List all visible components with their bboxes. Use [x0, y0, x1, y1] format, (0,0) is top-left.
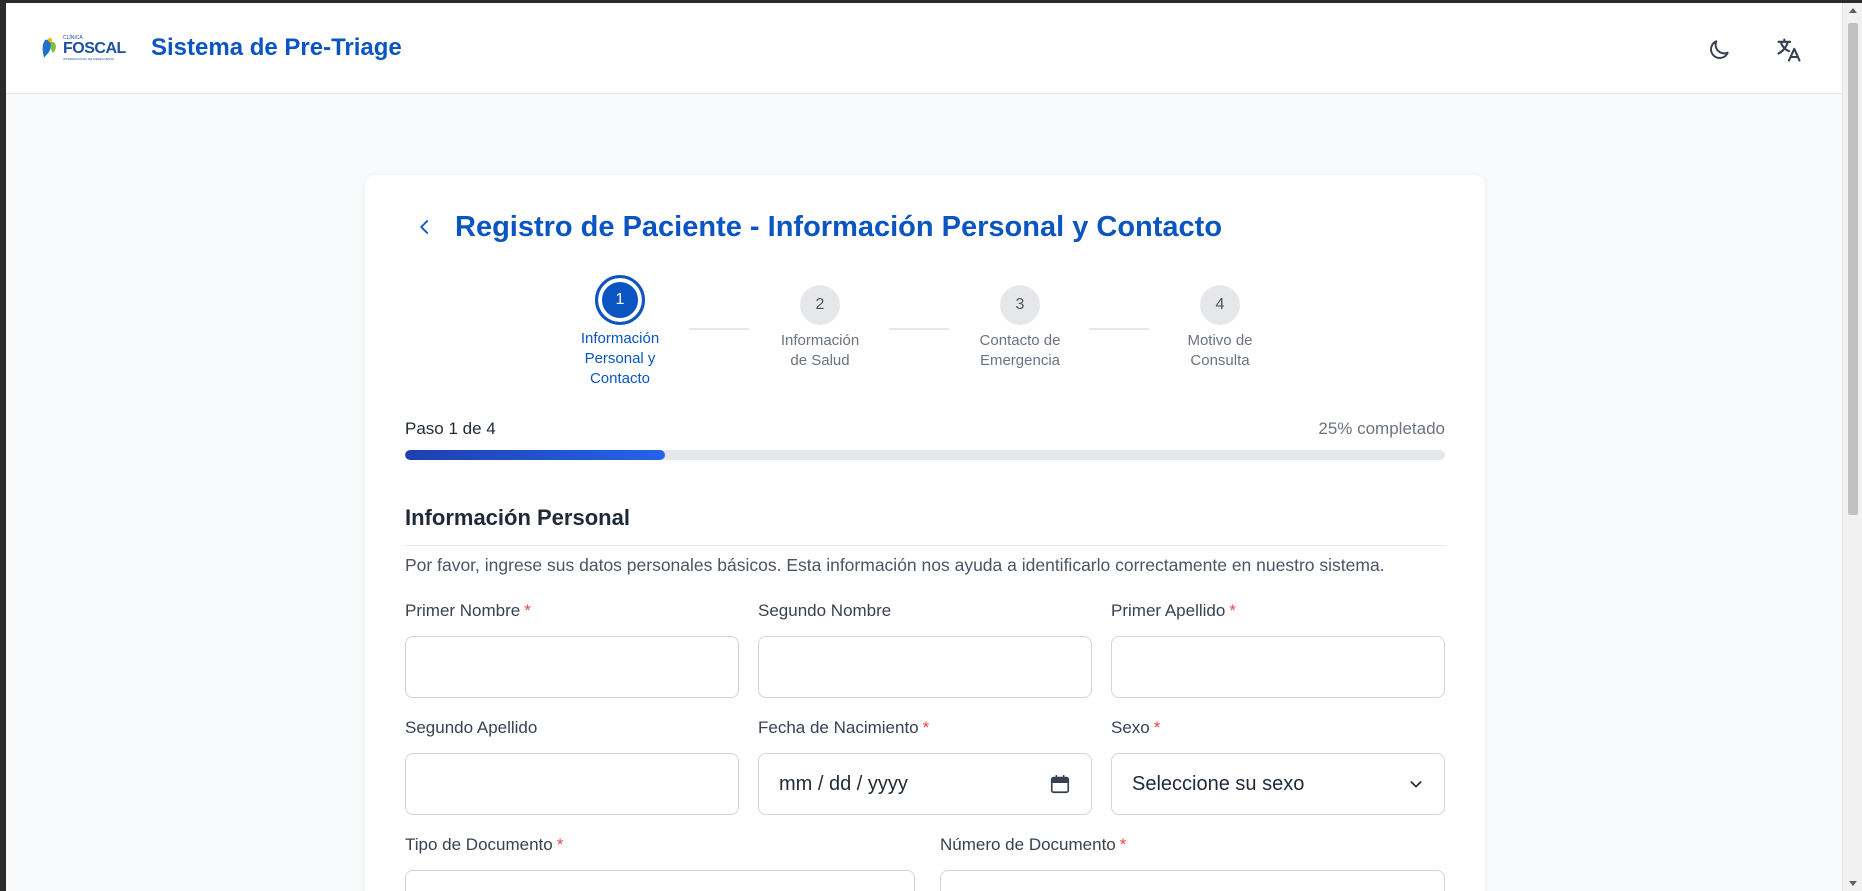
field-label: Primer Apellido * [1111, 601, 1445, 625]
field-label: Número de Documento * [940, 835, 1445, 859]
step-connector [889, 328, 949, 330]
date-placeholder: mm / dd / yyyy [779, 772, 908, 795]
step-label-line: Emergencia [979, 352, 1061, 369]
scroll-down-arrow[interactable] [1849, 881, 1857, 886]
chevron-down-icon [1410, 781, 1422, 788]
logo-sub-text: INTERNACIONAL DE PIEDECUESTA [63, 57, 115, 61]
segundo-nombre-input[interactable] [758, 636, 1092, 698]
calendar-icon[interactable] [1049, 773, 1071, 795]
translate-icon [1777, 38, 1801, 62]
step-label: Motivo de Consulta [1165, 331, 1275, 371]
field-segundo-apellido: Segundo Apellido [405, 718, 739, 815]
step-circle: 3 [1000, 285, 1040, 325]
field-label: Tipo de Documento * [405, 835, 915, 859]
required-asterisk: * [1229, 601, 1236, 620]
card-header: Registro de Paciente - Información Perso… [405, 207, 1222, 247]
tipo-documento-select[interactable] [405, 870, 915, 891]
field-label: Fecha de Nacimiento * [758, 718, 1092, 742]
field-label-text: Primer Nombre [405, 601, 521, 620]
progress-percent-text: 25% completado [1318, 419, 1445, 438]
progress-info: Paso 1 de 4 25% completado [405, 419, 1445, 439]
field-label: Segundo Nombre [758, 601, 1092, 625]
step-connector [689, 328, 749, 330]
field-label: Segundo Apellido [405, 718, 739, 742]
required-asterisk: * [524, 601, 531, 620]
field-tipo-documento: Tipo de Documento * [405, 835, 915, 891]
chevron-left-icon [420, 220, 429, 234]
browser-viewport: CLÍNICA FOSCAL INTERNACIONAL DE PIEDECUE… [6, 3, 1842, 891]
required-asterisk: * [922, 718, 930, 737]
field-segundo-nombre: Segundo Nombre [758, 601, 1092, 698]
step-label-line: Contacto de [979, 332, 1061, 349]
step-label: Contacto de Emergencia [965, 331, 1075, 371]
step-label-line: Personal y [584, 350, 656, 367]
required-asterisk: * [1119, 835, 1127, 854]
logo-name: FOSCAL [63, 40, 126, 57]
sexo-select[interactable]: Seleccione su sexo [1111, 753, 1445, 815]
progress-bar-fill [405, 450, 665, 460]
field-primer-apellido: Primer Apellido * [1111, 601, 1445, 698]
step-label: Información de Salud [765, 331, 875, 371]
field-label-text: Sexo [1111, 718, 1150, 737]
header-actions [1702, 33, 1806, 67]
app-header: CLÍNICA FOSCAL INTERNACIONAL DE PIEDECUE… [6, 3, 1842, 94]
numero-documento-input[interactable] [940, 870, 1445, 891]
app-title: Sistema de Pre-Triage [151, 34, 402, 61]
progress-step-text: Paso 1 de 4 [405, 419, 496, 438]
page-title: Registro de Paciente - Información Perso… [455, 210, 1223, 243]
registration-card: Registro de Paciente - Información Perso… [365, 175, 1485, 891]
section-title: Información Personal [405, 505, 630, 530]
step-3[interactable]: 3 Contacto de Emergencia [965, 285, 1075, 371]
foscal-logo-mark [42, 38, 56, 58]
step-label-line: Contacto [589, 370, 651, 387]
foscal-logo[interactable]: CLÍNICA FOSCAL INTERNACIONAL DE PIEDECUE… [41, 33, 129, 63]
step-circle: 2 [800, 285, 840, 325]
field-fecha-nacimiento: Fecha de Nacimiento * mm / dd / yyyy [758, 718, 1092, 815]
field-primer-nombre: Primer Nombre * [405, 601, 739, 698]
field-label-text: Tipo de Documento [405, 835, 553, 854]
field-label-text: Número de Documento [940, 835, 1116, 854]
step-label-line: Motivo de [1187, 332, 1253, 349]
field-numero-documento: Número de Documento * [940, 835, 1445, 891]
back-button[interactable] [405, 207, 445, 247]
step-2[interactable]: 2 Información de Salud [765, 285, 875, 371]
section-description: Por favor, ingrese sus datos personales … [405, 555, 1385, 575]
segundo-apellido-input[interactable] [405, 753, 739, 815]
scroll-up-arrow[interactable] [1849, 8, 1857, 13]
moon-icon [1710, 40, 1729, 59]
field-label-text: Segundo Nombre [758, 601, 892, 620]
field-label: Primer Nombre * [405, 601, 739, 625]
required-asterisk: * [1153, 718, 1161, 737]
field-label-text: Segundo Apellido [405, 718, 538, 737]
step-circle: 4 [1200, 285, 1240, 325]
step-label-line: Información [780, 332, 860, 349]
step-circle: 1 [595, 275, 645, 325]
step-label: Información Personal y Contacto [565, 329, 675, 389]
language-button[interactable] [1772, 33, 1806, 67]
step-label-line: de Salud [790, 352, 850, 369]
field-label: Sexo * [1111, 718, 1445, 742]
step-label-line: Consulta [1190, 352, 1250, 369]
stepper: 1 Información Personal y Contacto 2 Info… [565, 275, 1265, 387]
field-sexo: Sexo * Seleccione su sexo [1111, 718, 1445, 815]
step-4[interactable]: 4 Motivo de Consulta [1165, 285, 1275, 371]
primer-apellido-input[interactable] [1111, 636, 1445, 698]
section-divider [405, 545, 1445, 546]
step-1[interactable]: 1 Información Personal y Contacto [565, 275, 675, 389]
required-asterisk: * [556, 835, 564, 854]
field-label-text: Primer Apellido [1111, 601, 1226, 620]
step-label-line: Información [580, 330, 660, 347]
fecha-nacimiento-input[interactable]: mm / dd / yyyy [758, 753, 1092, 815]
sexo-select-value: Seleccione su sexo [1132, 772, 1305, 795]
page-scrollbar[interactable] [1842, 3, 1862, 891]
field-label-text: Fecha de Nacimiento [758, 718, 919, 737]
scrollbar-thumb[interactable] [1848, 23, 1858, 515]
primer-nombre-input[interactable] [405, 636, 739, 698]
theme-toggle-button[interactable] [1702, 33, 1736, 67]
progress-bar [405, 450, 1445, 460]
step-connector [1089, 328, 1149, 330]
